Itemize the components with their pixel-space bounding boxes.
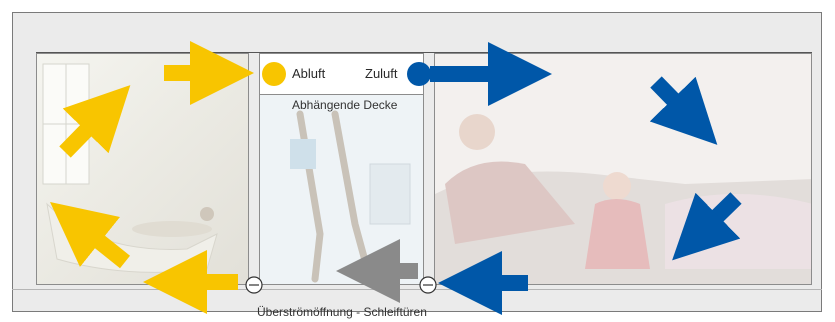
exhaust-arrow-rising [59, 85, 131, 158]
supply-arrow-corner [672, 192, 742, 261]
supply-inlet-dot [407, 62, 431, 86]
exhaust-arrow-corner [50, 202, 130, 269]
exhaust-outlet-dot [262, 62, 286, 86]
supply-arrow-falling [649, 76, 718, 145]
airflow-overlay [50, 41, 742, 315]
